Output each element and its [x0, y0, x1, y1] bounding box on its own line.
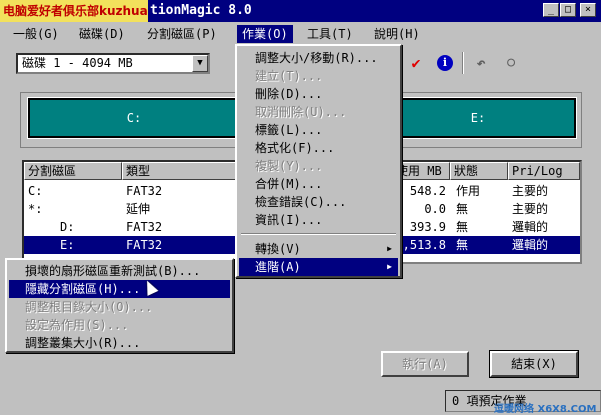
- column-header-status[interactable]: 狀態: [450, 162, 508, 180]
- exit-button[interactable]: 結束(X): [489, 350, 579, 378]
- menu-tools[interactable]: 工具(T): [302, 25, 358, 43]
- row-prilog: 邏輯的: [512, 220, 549, 234]
- menu-item-resize-move[interactable]: 調整大小/移動(R)...: [239, 49, 398, 67]
- disk-select-value: 磁碟 1 - 4094 MB: [22, 56, 133, 70]
- row-type: FAT32: [126, 184, 163, 198]
- close-button[interactable]: ×: [580, 3, 596, 17]
- row-used: 393.9: [409, 220, 446, 234]
- row-partition: *:: [28, 202, 43, 216]
- row-status: 無: [456, 202, 469, 216]
- partition-e-block[interactable]: E:: [379, 97, 577, 139]
- info-icon[interactable]: i: [434, 52, 456, 74]
- menu-item-convert[interactable]: 轉換(V) ▶: [239, 240, 398, 258]
- menu-item-advanced[interactable]: 進階(A) ▶: [239, 258, 398, 276]
- menu-separator: [241, 233, 396, 235]
- menu-item-advanced-label: 進階(A): [255, 260, 301, 274]
- title-bar: 电脑爱好者俱乐部kuzhuai tionMagic 8.0 _ □ ×: [0, 0, 601, 22]
- info-glyph: i: [437, 55, 453, 71]
- chevron-down-icon[interactable]: ▼: [192, 55, 208, 72]
- apply-button[interactable]: 執行(A): [381, 351, 469, 377]
- menu-item-create[interactable]: 建立(T)...: [239, 67, 398, 85]
- menu-item-copy[interactable]: 複製(Y)...: [239, 157, 398, 175]
- column-header-type[interactable]: 類型: [122, 162, 242, 180]
- row-partition: D:: [60, 220, 75, 234]
- row-prilog: 主要的: [512, 202, 549, 216]
- menu-item-set-active[interactable]: 設定為作用(S)...: [9, 316, 230, 334]
- menu-item-delete[interactable]: 刪除(D)...: [239, 85, 398, 103]
- checkmark-icon[interactable]: ✔: [405, 52, 427, 74]
- row-prilog: 邏輯的: [512, 238, 549, 252]
- column-header-prilog[interactable]: Pri/Log: [508, 162, 580, 180]
- window-title: tionMagic 8.0: [150, 3, 252, 18]
- menu-item-resize-clusters[interactable]: 調整叢集大小(R)...: [9, 334, 230, 352]
- maximize-button[interactable]: □: [560, 3, 576, 17]
- menu-operations[interactable]: 作業(O): [237, 25, 293, 43]
- bottom-watermark: 逗暖网络 X6X8.COM: [494, 404, 597, 415]
- menu-bar: 一般(G) 磁碟(D) 分割磁區(P) 作業(O) 工具(T) 說明(H): [0, 24, 601, 44]
- row-type: FAT32: [126, 220, 163, 234]
- row-status: 無: [456, 238, 469, 252]
- circle-icon[interactable]: ○: [500, 52, 522, 74]
- undo-icon[interactable]: ↶: [470, 52, 492, 74]
- partition-c-block[interactable]: C:: [27, 97, 241, 139]
- row-status: 作用: [456, 184, 481, 198]
- menu-disk[interactable]: 磁碟(D): [74, 25, 130, 43]
- menu-item-hide-partition[interactable]: 隱藏分割磁區(H)...: [9, 280, 230, 298]
- watermark-logo: 电脑爱好者俱乐部kuzhuai: [0, 0, 148, 22]
- menu-item-info[interactable]: 資訊(I)...: [239, 211, 398, 229]
- row-prilog: 主要的: [512, 184, 549, 198]
- menu-item-resize-root[interactable]: 調整根目錄大小(O)...: [9, 298, 230, 316]
- menu-item-label[interactable]: 標籤(L)...: [239, 121, 398, 139]
- menu-help[interactable]: 說明(H): [369, 25, 425, 43]
- row-partition: C:: [28, 184, 43, 198]
- submenu-arrow-icon: ▶: [387, 244, 392, 253]
- toolbar-separator: [462, 52, 464, 74]
- menu-item-undelete[interactable]: 取消刪除(U)...: [239, 103, 398, 121]
- row-used: ,513.8: [402, 238, 446, 252]
- menu-general[interactable]: 一般(G): [8, 25, 64, 43]
- advanced-submenu: 損壞的扇形磁區重新測試(B)... 隱藏分割磁區(H)... 調整根目錄大小(O…: [5, 258, 234, 353]
- operations-menu: 調整大小/移動(R)... 建立(T)... 刪除(D)... 取消刪除(U).…: [235, 44, 402, 278]
- menu-item-bad-sector-retest[interactable]: 損壞的扇形磁區重新測試(B)...: [9, 262, 230, 280]
- minimize-button[interactable]: _: [543, 3, 559, 17]
- row-status: 無: [456, 220, 469, 234]
- row-used: 0.0: [424, 202, 446, 216]
- disk-select[interactable]: 磁碟 1 - 4094 MB ▼: [16, 53, 210, 74]
- menu-partition[interactable]: 分割磁區(P): [142, 25, 222, 43]
- submenu-arrow-icon: ▶: [387, 262, 392, 271]
- row-partition: E:: [60, 238, 75, 252]
- main-window: 电脑爱好者俱乐部kuzhuai tionMagic 8.0 _ □ × 一般(G…: [0, 0, 601, 415]
- row-used: 548.2: [409, 184, 446, 198]
- menu-item-check-errors[interactable]: 檢查錯誤(C)...: [239, 193, 398, 211]
- menu-item-convert-label: 轉換(V): [255, 242, 301, 256]
- row-type: 延伸: [126, 202, 151, 216]
- menu-item-format[interactable]: 格式化(F)...: [239, 139, 398, 157]
- column-header-partition[interactable]: 分割磁區: [24, 162, 122, 180]
- menu-item-merge[interactable]: 合併(M)...: [239, 175, 398, 193]
- row-type: FAT32: [126, 238, 163, 252]
